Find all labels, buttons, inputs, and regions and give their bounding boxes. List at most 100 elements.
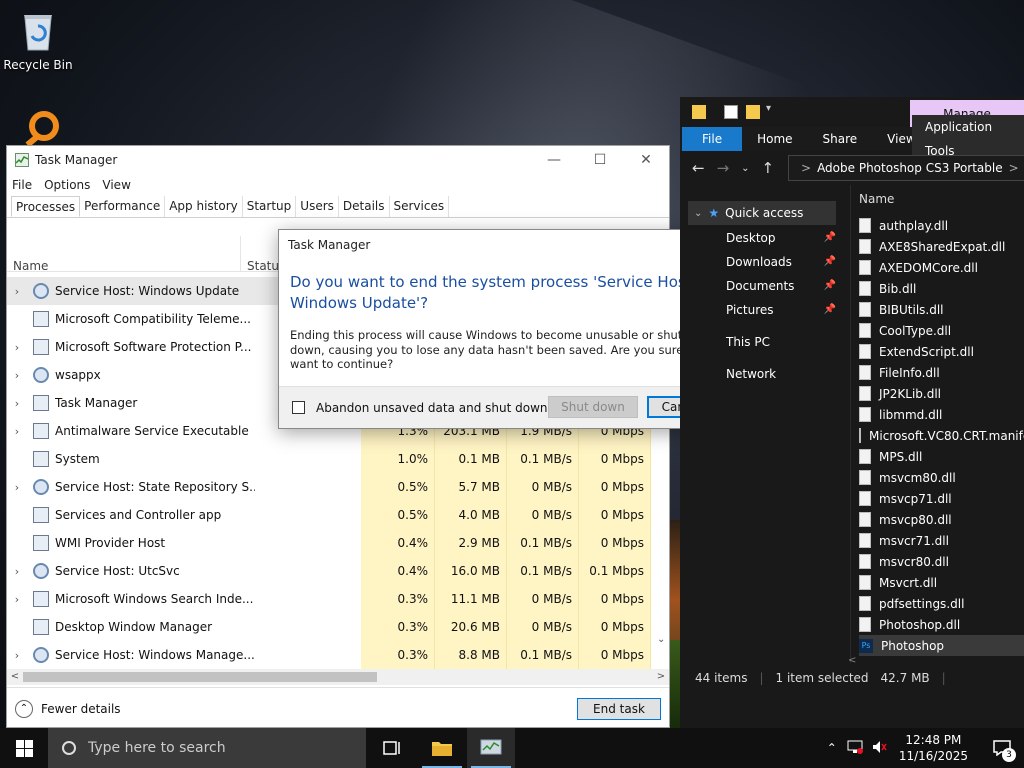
scroll-left-arrow[interactable]: < <box>848 655 856 666</box>
expand-chevron-icon[interactable]: › <box>7 481 27 494</box>
table-row[interactable]: Services and Controller app 0.5% 4.0 MB 0 M… <box>7 501 659 529</box>
expand-chevron-icon[interactable]: › <box>7 649 27 662</box>
new-folder-icon[interactable] <box>746 105 760 119</box>
minimize-button[interactable]: — <box>531 146 577 174</box>
scroll-left-arrow[interactable]: < <box>7 669 23 685</box>
recent-locations-icon[interactable]: ⌄ <box>741 163 749 174</box>
nav-item-network[interactable]: Network <box>726 362 836 386</box>
expand-chevron-icon[interactable]: › <box>7 285 27 298</box>
task-view-button[interactable] <box>368 728 416 768</box>
expand-chevron-icon[interactable]: › <box>7 593 27 606</box>
column-name[interactable]: Name <box>13 259 48 273</box>
file-item[interactable]: Msvcrt.dll <box>859 572 1024 593</box>
tab-users[interactable]: Users <box>296 196 339 217</box>
nav-item-this-pc[interactable]: This PC <box>726 330 836 354</box>
expand-chevron-icon[interactable]: › <box>7 565 27 578</box>
ribbon-file[interactable]: File <box>682 127 743 151</box>
file-item[interactable]: AXE8SharedExpat.dll <box>859 236 1024 257</box>
path-segment[interactable]: Adobe Photoshop CS3 Portable <box>817 161 1003 175</box>
volume-icon[interactable] <box>871 740 887 757</box>
table-row[interactable]: WMI Provider Host 0.4% 2.9 MB 0.1 MB/s 0 Mbp… <box>7 529 659 557</box>
file-item[interactable]: Photoshop.dll <box>859 614 1024 635</box>
fewer-details-toggle[interactable]: ⌃ Fewer details <box>15 700 121 718</box>
abandon-data-checkbox[interactable] <box>292 401 305 414</box>
recycle-bin-shortcut[interactable]: Recycle Bin <box>0 8 76 72</box>
tab-app-history[interactable]: App history <box>165 196 243 217</box>
show-hidden-icons-button[interactable]: ⌃ <box>827 741 837 755</box>
file-item[interactable]: libmmd.dll <box>859 404 1024 425</box>
file-item[interactable]: JP2KLib.dll <box>859 383 1024 404</box>
file-explorer-taskbar-button[interactable] <box>418 728 466 768</box>
chevron-down-icon[interactable]: ⌄ <box>694 208 702 219</box>
file-item[interactable]: AXEDOMCore.dll <box>859 257 1024 278</box>
tab-services[interactable]: Services <box>390 196 450 217</box>
file-item[interactable]: pdfsettings.dll <box>859 593 1024 614</box>
file-item[interactable]: BIBUtils.dll <box>859 299 1024 320</box>
menu-file[interactable]: File <box>12 178 32 192</box>
file-name: libmmd.dll <box>879 407 943 422</box>
process-name: Microsoft Windows Search Inde... <box>55 592 254 606</box>
maximize-button[interactable]: ☐ <box>577 146 623 174</box>
file-item[interactable]: ExtendScript.dll <box>859 341 1024 362</box>
file-item[interactable]: msvcp71.dll <box>859 488 1024 509</box>
tab-processes[interactable]: Processes <box>11 196 81 217</box>
back-arrow-icon[interactable]: ← <box>692 159 705 177</box>
clock[interactable]: 12:48 PM 11/16/2025 <box>899 732 968 764</box>
table-row[interactable]: › Microsoft Windows Search Inde... 0.3% 11.… <box>7 585 659 613</box>
menu-view[interactable]: View <box>102 178 130 192</box>
table-row[interactable]: › Service Host: State Repository S... 0.5%… <box>7 473 659 501</box>
file-item[interactable]: msvcr80.dll <box>859 551 1024 572</box>
file-item[interactable]: msvcr71.dll <box>859 530 1024 551</box>
file-item[interactable]: FileInfo.dll <box>859 362 1024 383</box>
expand-chevron-icon[interactable]: › <box>7 341 27 354</box>
tab-startup[interactable]: Startup <box>243 196 297 217</box>
column-name-header[interactable]: Name <box>859 192 894 206</box>
file-item[interactable]: msvcp80.dll <box>859 509 1024 530</box>
action-center-button[interactable]: 3 <box>980 728 1024 768</box>
file-item[interactable]: Bib.dll <box>859 278 1024 299</box>
table-row[interactable]: › Service Host: UtcSvc 0.4% 16.0 MB 0.1 MB/s… <box>7 557 659 585</box>
network-value: 0.1 Mbps <box>579 557 651 585</box>
nav-item-pictures[interactable]: Pictures 📌 <box>726 298 836 322</box>
scroll-right-arrow[interactable]: > <box>653 669 669 685</box>
table-row[interactable]: Desktop Window Manager 0.3% 20.6 MB 0 MB/s 0… <box>7 613 659 641</box>
explorer-horizontal-scrollbar[interactable]: < <box>848 652 1024 666</box>
expand-chevron-icon[interactable]: › <box>7 397 27 410</box>
scroll-down-arrow[interactable]: ⌄ <box>657 634 667 645</box>
shut-down-button[interactable]: Shut down <box>548 396 638 418</box>
menu-options[interactable]: Options <box>44 178 90 192</box>
status-item-count: 44 items <box>695 671 748 685</box>
file-item[interactable]: msvcm80.dll <box>859 467 1024 488</box>
abandon-data-label[interactable]: Abandon unsaved data and shut down. <box>316 401 551 415</box>
forward-arrow-icon[interactable]: → <box>717 159 730 177</box>
file-item[interactable]: authplay.dll <box>859 215 1024 236</box>
close-button[interactable]: ✕ <box>623 146 669 174</box>
nav-item-desktop[interactable]: Desktop 📌 <box>726 226 836 250</box>
address-bar[interactable]: > Adobe Photoshop CS3 Portable > A <box>788 155 1024 181</box>
ribbon-home[interactable]: Home <box>742 127 807 151</box>
expand-chevron-icon[interactable]: › <box>7 425 27 438</box>
properties-icon[interactable] <box>724 105 738 119</box>
ribbon-share[interactable]: Share <box>808 127 873 151</box>
table-row[interactable]: › Service Host: Windows Manage... 0.3% 8.8 … <box>7 641 659 669</box>
tab-details[interactable]: Details <box>339 196 390 217</box>
file-item[interactable]: CoolType.dll <box>859 320 1024 341</box>
horizontal-scrollbar[interactable]: < > <box>7 669 669 685</box>
up-arrow-icon[interactable]: ↑ <box>762 159 775 177</box>
nav-item-downloads[interactable]: Downloads 📌 <box>726 250 836 274</box>
expand-chevron-icon[interactable]: › <box>7 369 27 382</box>
taskbar-search-box[interactable]: Type here to search <box>48 728 366 768</box>
nav-item-documents[interactable]: Documents 📌 <box>726 274 836 298</box>
network-icon[interactable] <box>847 740 863 757</box>
file-item[interactable]: Microsoft.VC80.CRT.manifest <box>859 425 1024 446</box>
end-task-button[interactable]: End task <box>577 698 661 720</box>
scrollbar-thumb[interactable] <box>23 672 377 682</box>
tab-performance[interactable]: Performance <box>80 196 166 217</box>
task-manager-taskbar-button[interactable] <box>467 728 515 768</box>
start-button[interactable] <box>0 728 48 768</box>
quick-access-item[interactable]: ⌄ ★ Quick access <box>688 201 836 225</box>
table-row[interactable]: System 1.0% 0.1 MB 0.1 MB/s 0 Mbps <box>7 445 659 473</box>
file-item[interactable]: MPS.dll <box>859 446 1024 467</box>
qat-dropdown-icon[interactable]: ▾ <box>766 103 771 114</box>
process-name: wsappx <box>55 368 101 382</box>
